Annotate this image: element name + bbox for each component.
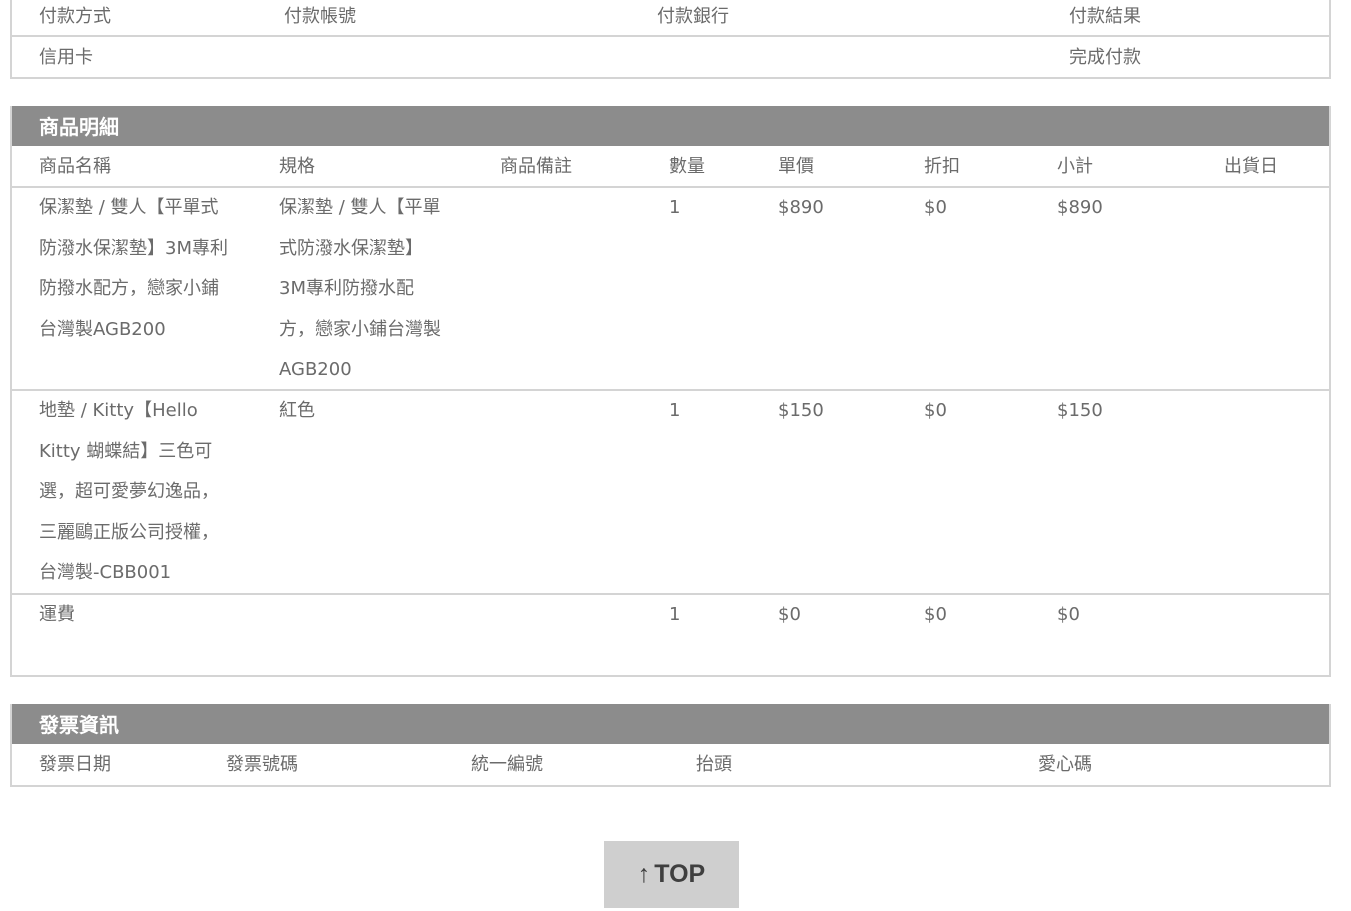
arrow-up-icon: ↑ [637, 860, 651, 888]
product-unit-price: $150 [778, 400, 824, 421]
top-label: TOP [654, 860, 706, 888]
product-header-row: 商品名稱 規格 商品備註 數量 單價 折扣 小計 出貨日 [12, 146, 1329, 188]
product-discount: $0 [924, 604, 947, 625]
tax-id-header: 統一編號 [471, 754, 543, 775]
product-name-line: 台灣製-CBB001 [39, 562, 172, 584]
product-name-line: Kitty 蝴蝶結】三色可 [39, 440, 213, 462]
product-details-title: 商品明細 [12, 106, 1329, 146]
product-subtotal: $890 [1057, 197, 1103, 218]
product-discount: $0 [924, 400, 947, 421]
table-row: 地墊 / Kitty【Hello Kitty 蝴蝶結】三色可 選，超可愛夢幻逸品… [12, 391, 1329, 595]
product-name: 保潔墊 / 雙人【平單式 防潑水保潔墊】3M專利 防撥水配方，戀家小鋪 台灣製A… [39, 188, 228, 350]
invoice-info-table: 發票資訊 發票日期 發票號碼 統一編號 抬頭 愛心碼 [10, 704, 1331, 787]
invoice-header-row: 發票日期 發票號碼 統一編號 抬頭 愛心碼 [12, 744, 1329, 785]
payment-bank-header: 付款銀行 [657, 6, 729, 27]
col-subtotal: 小計 [1057, 156, 1093, 177]
donation-code-header: 愛心碼 [1038, 754, 1092, 775]
product-quantity: 1 [669, 400, 681, 421]
table-row: 保潔墊 / 雙人【平單式 防潑水保潔墊】3M專利 防撥水配方，戀家小鋪 台灣製A… [12, 188, 1329, 391]
product-spec-line: 保潔墊 / 雙人【平單 [279, 197, 441, 218]
invoice-number-header: 發票號碼 [226, 754, 298, 775]
product-discount: $0 [924, 197, 947, 218]
col-note: 商品備註 [500, 156, 572, 177]
product-name-line: 保潔墊 / 雙人【平單式 [39, 197, 219, 218]
col-quantity: 數量 [669, 156, 705, 177]
product-spec-line: 式防潑水保潔墊】 [279, 237, 423, 259]
product-spec-line: AGB200 [279, 359, 352, 381]
product-spec: 紅色 [279, 391, 315, 432]
col-discount: 折扣 [924, 156, 960, 177]
product-name: 地墊 / Kitty【Hello Kitty 蝴蝶結】三色可 選，超可愛夢幻逸品… [39, 391, 219, 594]
invoice-date-header: 發票日期 [39, 754, 111, 775]
product-name-line: 三麗鷗正版公司授權， [39, 521, 219, 543]
product-name-line: 防撥水配方，戀家小鋪 [39, 278, 219, 300]
product-subtotal: $150 [1057, 400, 1103, 421]
back-to-top-button[interactable]: ↑ TOP [604, 841, 739, 908]
product-name-line: 台灣製AGB200 [39, 318, 166, 340]
product-spec-line: 3M專利防撥水配 [279, 278, 414, 300]
product-name-line: 防潑水保潔墊】3M專利 [39, 237, 228, 259]
product-name-line: 地墊 / Kitty【Hello [39, 400, 198, 421]
payment-method-value: 信用卡 [39, 47, 93, 68]
product-name-line: 選，超可愛夢幻逸品， [39, 481, 219, 503]
col-ship-date: 出貨日 [1224, 156, 1278, 177]
product-spec-line: 方，戀家小鋪台灣製 [279, 318, 441, 340]
product-spec-line: 紅色 [279, 400, 315, 421]
product-quantity: 1 [669, 197, 681, 218]
product-name-line: 運費 [39, 604, 75, 625]
product-unit-price: $0 [778, 604, 801, 625]
shipping-fee-row: 運費 1 $0 $0 $0 [12, 595, 1329, 677]
payment-header-row: 付款方式 付款帳號 付款銀行 付款結果 [12, 0, 1329, 37]
product-subtotal: $0 [1057, 604, 1080, 625]
col-unit-price: 單價 [778, 156, 814, 177]
payment-result-value: 完成付款 [1069, 47, 1141, 68]
payment-result-header: 付款結果 [1069, 6, 1141, 27]
product-details-table: 商品明細 商品名稱 規格 商品備註 數量 單價 折扣 小計 出貨日 保潔墊 / … [10, 106, 1331, 677]
payment-account-header: 付款帳號 [284, 6, 356, 27]
invoice-info-title: 發票資訊 [12, 704, 1329, 744]
product-unit-price: $890 [778, 197, 824, 218]
col-product-name: 商品名稱 [39, 156, 111, 177]
product-quantity: 1 [669, 604, 681, 625]
product-name: 運費 [39, 595, 75, 636]
payment-value-row: 信用卡 完成付款 [12, 37, 1329, 77]
payment-method-header: 付款方式 [39, 6, 111, 27]
invoice-title-header: 抬頭 [696, 754, 732, 775]
product-spec: 保潔墊 / 雙人【平單 式防潑水保潔墊】 3M專利防撥水配 方，戀家小鋪台灣製 … [279, 188, 441, 391]
payment-info-table: 付款方式 付款帳號 付款銀行 付款結果 信用卡 完成付款 [10, 0, 1331, 79]
col-spec: 規格 [279, 156, 315, 177]
